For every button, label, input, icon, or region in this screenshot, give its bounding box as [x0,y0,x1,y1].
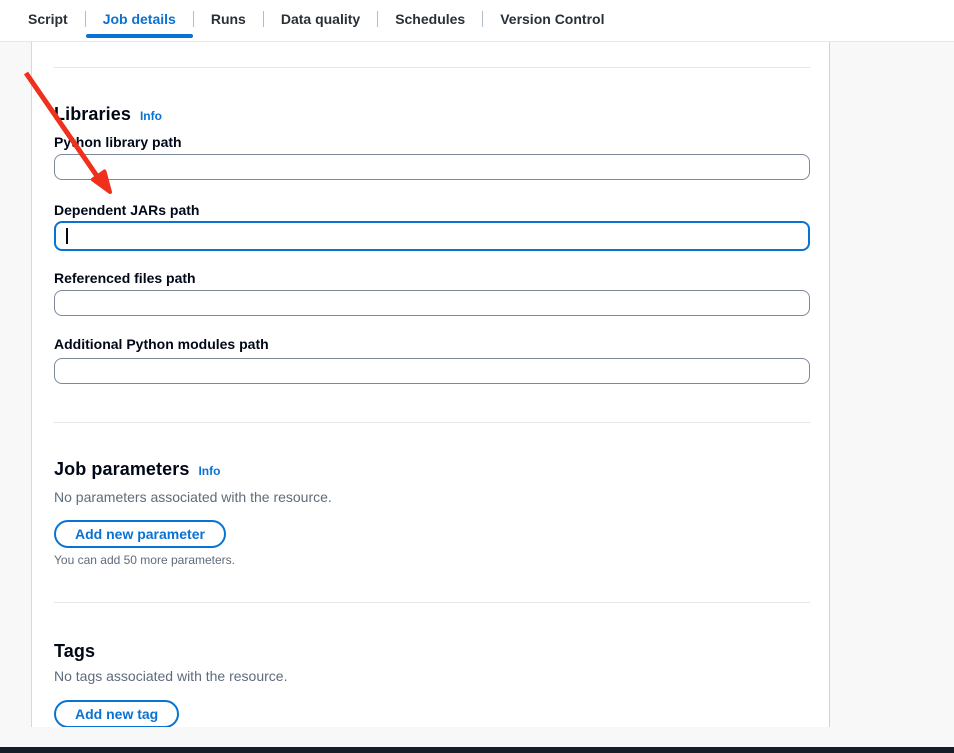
tab-schedules[interactable]: Schedules [378,0,482,38]
tab-data-quality[interactable]: Data quality [264,0,377,38]
libraries-heading: Libraries [54,104,131,124]
tags-heading: Tags [54,641,95,661]
tab-job-details[interactable]: Job details [86,0,193,38]
libraries-info-link[interactable]: Info [140,106,162,126]
glue-job-details-page: Script Job details Runs Data quality Sch… [0,0,954,753]
referenced-files-path-label: Referenced files path [54,269,810,287]
job-parameters-empty-message: No parameters associated with the resour… [54,487,810,507]
content-panel: Libraries Info Python library path Depen… [31,42,830,727]
libraries-section-header: Libraries Info [54,104,810,126]
add-new-tag-button[interactable]: Add new tag [54,700,179,727]
tab-bar: Script Job details Runs Data quality Sch… [0,0,954,42]
text-caret [66,228,68,244]
tab-version-control[interactable]: Version Control [483,0,621,38]
job-parameters-section-header: Job parameters Info [54,459,810,481]
tab-script[interactable]: Script [11,0,85,38]
job-parameters-info-link[interactable]: Info [198,461,220,481]
tags-section-header: Tags [54,641,810,661]
additional-python-modules-path-label: Additional Python modules path [54,335,810,353]
python-library-path-input[interactable] [54,154,810,180]
python-library-path-label: Python library path [54,133,810,151]
dependent-jars-path-input[interactable] [54,221,810,251]
section-divider [54,422,810,423]
bottom-window-edge [0,747,954,753]
dependent-jars-path-label: Dependent JARs path [54,201,810,219]
job-parameters-helper-text: You can add 50 more parameters. [54,553,810,568]
additional-python-modules-path-input[interactable] [54,358,810,384]
tags-empty-message: No tags associated with the resource. [54,666,810,686]
tab-runs[interactable]: Runs [194,0,263,38]
referenced-files-path-input[interactable] [54,290,810,316]
section-divider [54,67,810,68]
job-parameters-heading: Job parameters [54,459,189,479]
section-divider [54,602,810,603]
add-new-parameter-button[interactable]: Add new parameter [54,520,226,548]
